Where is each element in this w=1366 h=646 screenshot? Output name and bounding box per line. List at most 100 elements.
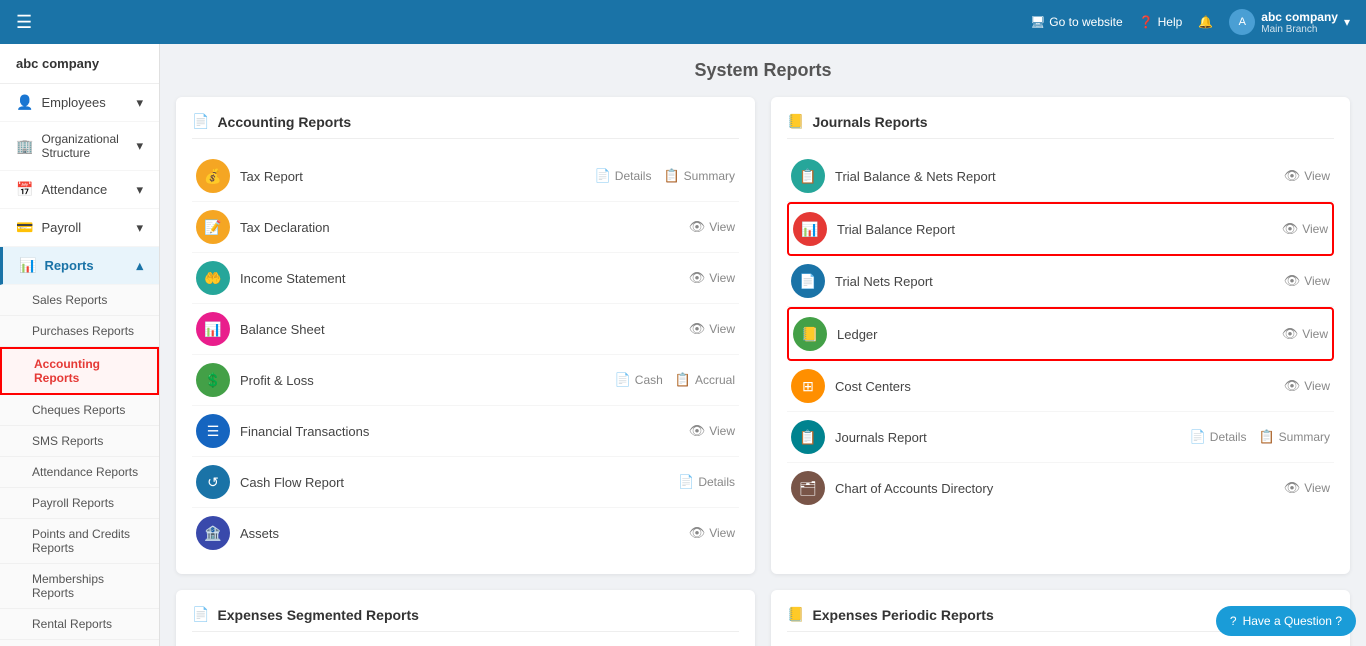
- chart-of-accounts-icon: 🗂: [791, 471, 825, 505]
- report-item-financial-transactions[interactable]: ☰ Financial Transactions 👁View: [192, 406, 739, 457]
- cost-centers-view-btn[interactable]: 👁View: [1284, 378, 1330, 394]
- bell-icon: 🔔: [1198, 15, 1213, 29]
- sidebar-item-attendance[interactable]: 📅 Attendance ▾: [0, 171, 159, 209]
- help-icon: ❓: [1139, 15, 1154, 29]
- monitor-icon: 🖥: [1030, 15, 1045, 29]
- avatar: A: [1229, 9, 1255, 35]
- sidebar-item-org-structure[interactable]: 🏢 Organizational Structure ▾: [0, 122, 159, 171]
- report-item-journals-report[interactable]: 📋 Journals Report 📄Details 📋Summary: [787, 412, 1334, 463]
- report-item-assets[interactable]: 🏦 Assets 👁View: [192, 508, 739, 558]
- chevron-right-icon: ▾: [136, 138, 143, 154]
- sidebar-subitem-memberships-reports[interactable]: Memberships Reports: [0, 564, 159, 609]
- tax-declaration-view-btn[interactable]: 👁View: [689, 219, 735, 235]
- reports-grid: 📄 Accounting Reports 💰 Tax Report 📄Detai…: [176, 97, 1350, 646]
- assets-actions: 👁View: [689, 525, 735, 541]
- sidebar-subitem-purchases-reports[interactable]: Purchases Reports: [0, 316, 159, 347]
- report-item-cost-centers[interactable]: ⊞ Cost Centers 👁View: [787, 361, 1334, 412]
- go-to-website-btn[interactable]: 🖥 Go to website: [1030, 15, 1123, 29]
- top-navigation: ☰ 🖥 Go to website ❓ Help 🔔 A abc company…: [0, 0, 1366, 44]
- sidebar-subitem-workflow-reports[interactable]: Workflow Reports: [0, 640, 159, 646]
- accounting-reports-card: 📄 Accounting Reports 💰 Tax Report 📄Detai…: [176, 97, 755, 574]
- ledger-actions: 👁View: [1282, 326, 1328, 342]
- chevron-right-icon: ▾: [136, 182, 143, 198]
- cash-flow-details-btn[interactable]: 📄Details: [678, 474, 735, 490]
- report-item-tax-report[interactable]: 💰 Tax Report 📄Details 📋Summary: [192, 151, 739, 202]
- sidebar-subitem-sales-reports[interactable]: Sales Reports: [0, 285, 159, 316]
- assets-icon: 🏦: [196, 516, 230, 550]
- attendance-icon: 📅: [16, 181, 33, 198]
- profit-loss-accrual-btn[interactable]: 📋Accrual: [675, 372, 735, 388]
- chevron-up-icon: ▴: [136, 258, 143, 274]
- report-item-ledger[interactable]: 📒 Ledger 👁View: [787, 307, 1334, 361]
- have-question-btn[interactable]: ? Have a Question ?: [1216, 606, 1356, 636]
- sidebar-item-employees[interactable]: 👤 Employees ▾: [0, 84, 159, 122]
- trial-nets-icon: 📄: [791, 264, 825, 298]
- content-area: System Reports 📄 Accounting Reports 💰 Ta…: [160, 44, 1366, 646]
- sidebar-item-label: Attendance: [41, 182, 107, 197]
- trial-balance-nets-actions: 👁View: [1284, 168, 1330, 184]
- financial-transactions-view-btn[interactable]: 👁View: [689, 423, 735, 439]
- report-item-trial-balance-nets[interactable]: 📋 Trial Balance & Nets Report 👁View: [787, 151, 1334, 202]
- top-nav-left: ☰: [16, 12, 32, 33]
- ledger-icon: 📒: [793, 317, 827, 351]
- assets-view-btn[interactable]: 👁View: [689, 525, 735, 541]
- balance-sheet-view-btn[interactable]: 👁View: [689, 321, 735, 337]
- trial-balance-nets-view-btn[interactable]: 👁View: [1284, 168, 1330, 184]
- journals-report-summary-btn[interactable]: 📋Summary: [1258, 429, 1330, 445]
- sidebar-item-reports[interactable]: 📊 Reports ▴: [0, 247, 159, 285]
- chart-of-accounts-view-btn[interactable]: 👁View: [1284, 480, 1330, 496]
- sidebar-subitem-cheques-reports[interactable]: Cheques Reports: [0, 395, 159, 426]
- tax-declaration-actions: 👁View: [689, 219, 735, 235]
- trial-nets-view-btn[interactable]: 👁View: [1284, 273, 1330, 289]
- hamburger-menu[interactable]: ☰: [16, 12, 32, 33]
- sidebar-subitem-payroll-reports[interactable]: Payroll Reports: [0, 488, 159, 519]
- financial-transactions-icon: ☰: [196, 414, 230, 448]
- reports-submenu: Sales Reports Purchases Reports Accounti…: [0, 285, 159, 646]
- ledger-view-btn[interactable]: 👁View: [1282, 326, 1328, 342]
- report-item-trial-balance-report[interactable]: 📊 Trial Balance Report 👁View: [787, 202, 1334, 256]
- view-icon: 👁: [689, 219, 706, 235]
- view-icon: 👁: [1284, 168, 1301, 184]
- expenses-segmented-card: 📄 Expenses Segmented Reports 📊 Expenses …: [176, 590, 755, 646]
- report-item-income-statement[interactable]: 🤲 Income Statement 👁View: [192, 253, 739, 304]
- balance-sheet-icon: 📊: [196, 312, 230, 346]
- tax-report-details-btn[interactable]: 📄Details: [595, 168, 652, 184]
- view-icon: 👁: [1284, 378, 1301, 394]
- notification-btn[interactable]: 🔔: [1198, 15, 1213, 29]
- journals-reports-title: 📒 Journals Reports: [787, 113, 1334, 139]
- sidebar-item-label: Employees: [41, 95, 105, 110]
- report-item-balance-sheet[interactable]: 📊 Balance Sheet 👁View: [192, 304, 739, 355]
- have-question-label: Have a Question ?: [1243, 614, 1342, 628]
- chevron-right-icon: ▾: [136, 220, 143, 236]
- sidebar-subitem-attendance-reports[interactable]: Attendance Reports: [0, 457, 159, 488]
- view-icon: 👁: [689, 321, 706, 337]
- question-icon: ?: [1230, 614, 1237, 628]
- sidebar-subitem-rental-reports[interactable]: Rental Reports: [0, 609, 159, 640]
- profit-loss-cash-btn[interactable]: 📄Cash: [615, 372, 663, 388]
- help-btn[interactable]: ❓ Help: [1139, 15, 1183, 29]
- trial-balance-report-actions: 👁View: [1282, 221, 1328, 237]
- income-statement-icon: 🤲: [196, 261, 230, 295]
- report-item-chart-of-accounts[interactable]: 🗂 Chart of Accounts Directory 👁View: [787, 463, 1334, 513]
- cash-flow-icon: ↺: [196, 465, 230, 499]
- sidebar-subitem-points-credits-reports[interactable]: Points and Credits Reports: [0, 519, 159, 564]
- income-statement-view-btn[interactable]: 👁View: [689, 270, 735, 286]
- sidebar-subitem-accounting-reports[interactable]: Accounting Reports: [0, 347, 159, 395]
- trial-nets-actions: 👁View: [1284, 273, 1330, 289]
- tax-report-summary-btn[interactable]: 📋Summary: [663, 168, 735, 184]
- report-item-trial-nets-report[interactable]: 📄 Trial Nets Report 👁View: [787, 256, 1334, 307]
- summary-icon: 📋: [663, 168, 679, 184]
- chevron-right-icon: ▾: [136, 95, 143, 111]
- journals-report-details-btn[interactable]: 📄Details: [1190, 429, 1247, 445]
- trial-balance-report-view-btn[interactable]: 👁View: [1282, 221, 1328, 237]
- sidebar: abc company 👤 Employees ▾ 🏢 Organization…: [0, 44, 160, 646]
- expenses-segmented-icon: 📄: [192, 606, 209, 623]
- user-profile-btn[interactable]: A abc company Main Branch ▾: [1229, 9, 1350, 35]
- report-item-tax-declaration[interactable]: 📝 Tax Declaration 👁View: [192, 202, 739, 253]
- sidebar-item-label: Payroll: [41, 220, 81, 235]
- report-item-cash-flow[interactable]: ↺ Cash Flow Report 📄Details: [192, 457, 739, 508]
- sidebar-item-payroll[interactable]: 💳 Payroll ▾: [0, 209, 159, 247]
- sidebar-subitem-sms-reports[interactable]: SMS Reports: [0, 426, 159, 457]
- report-item-profit-loss[interactable]: 💲 Profit & Loss 📄Cash 📋Accrual: [192, 355, 739, 406]
- chart-of-accounts-actions: 👁View: [1284, 480, 1330, 496]
